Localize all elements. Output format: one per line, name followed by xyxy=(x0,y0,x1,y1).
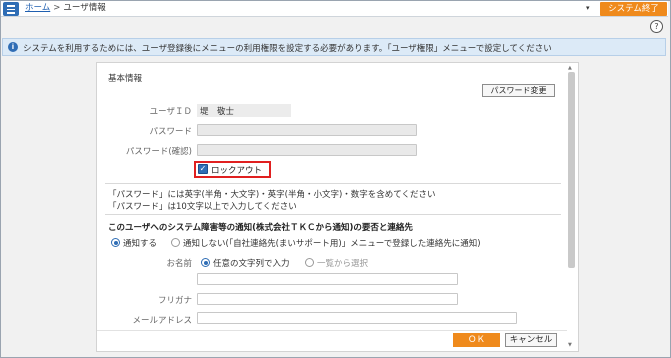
email-input[interactable] xyxy=(197,312,517,324)
password-label: パスワード xyxy=(149,127,192,137)
cancel-button[interactable]: キャンセル xyxy=(505,333,557,347)
password-note-2: 「パスワード」は10文字以上で入力してください xyxy=(108,202,297,212)
info-icon: i xyxy=(8,42,18,52)
panel-scrollbar[interactable]: ▲ ▼ xyxy=(567,64,576,348)
chevron-down-icon[interactable]: ▾ xyxy=(586,4,590,12)
info-banner: i システムを利用するためには、ユーザ登録後にメニューの利用権限を設定する必要が… xyxy=(2,38,666,56)
ok-button[interactable]: ＯＫ xyxy=(453,333,500,347)
name-free-label[interactable]: 任意の文字列で入力 xyxy=(213,257,290,269)
lockout-checkbox[interactable]: ✓ xyxy=(198,164,208,174)
user-id-label: ユーザＩＤ xyxy=(149,107,192,117)
furigana-label: フリガナ xyxy=(157,296,192,306)
name-list-radio[interactable] xyxy=(305,258,314,267)
password-change-button[interactable]: パスワード変更 xyxy=(482,84,555,97)
section-divider xyxy=(105,214,561,215)
furigana-input[interactable] xyxy=(197,293,458,305)
breadcrumb-current: ユーザ情報 xyxy=(63,3,106,13)
system-exit-button[interactable]: システム終了 xyxy=(600,2,667,16)
hamburger-menu-icon[interactable] xyxy=(3,2,19,16)
password-field[interactable] xyxy=(197,124,417,136)
footer-divider xyxy=(97,330,567,331)
scroll-up-icon[interactable]: ▲ xyxy=(568,65,572,71)
notify-yes-radio[interactable] xyxy=(111,238,120,247)
breadcrumb-home-link[interactable]: ホーム xyxy=(25,3,50,13)
notify-section-title: このユーザへのシステム障害等の通知(株式会社ＴＫＣから通知)の要否と連絡先 xyxy=(108,223,413,233)
name-label: お名前 xyxy=(166,259,192,269)
email-label: メールアドレス xyxy=(132,316,192,326)
password-confirm-field[interactable] xyxy=(197,144,417,156)
notify-yes-label[interactable]: 通知する xyxy=(123,237,157,249)
notify-no-label[interactable]: 通知しない(「自社連絡先(まいサポート用)」メニューで登録した連絡先に通知) xyxy=(183,237,481,249)
user-id-value: 堤 敬士 xyxy=(200,107,235,117)
lockout-label[interactable]: ロックアウト xyxy=(211,164,262,176)
top-bar: ホーム > ユーザ情報 ▾ システム終了 xyxy=(1,1,668,17)
password-note-1: 「パスワード」には英字(半角・大文字)・英字(半角・小文字)・数字を含めてくださ… xyxy=(108,190,436,200)
notify-no-radio[interactable] xyxy=(171,238,180,247)
info-message: システムを利用するためには、ユーザ登録後にメニューの利用権限を設定する必要があり… xyxy=(23,44,552,54)
breadcrumb: ホーム > ユーザ情報 xyxy=(25,3,106,14)
name-free-radio[interactable] xyxy=(201,258,210,267)
section-divider xyxy=(105,183,561,184)
name-input[interactable] xyxy=(197,273,458,285)
basic-info-title: 基本情報 xyxy=(108,74,143,84)
password-confirm-label: パスワード(確認) xyxy=(125,147,192,157)
help-icon[interactable]: ? xyxy=(650,20,663,33)
name-list-label[interactable]: 一覧から選択 xyxy=(317,257,368,269)
scrollbar-thumb[interactable] xyxy=(568,72,575,268)
scroll-down-icon[interactable]: ▼ xyxy=(568,342,572,348)
breadcrumb-separator: > xyxy=(53,3,61,13)
